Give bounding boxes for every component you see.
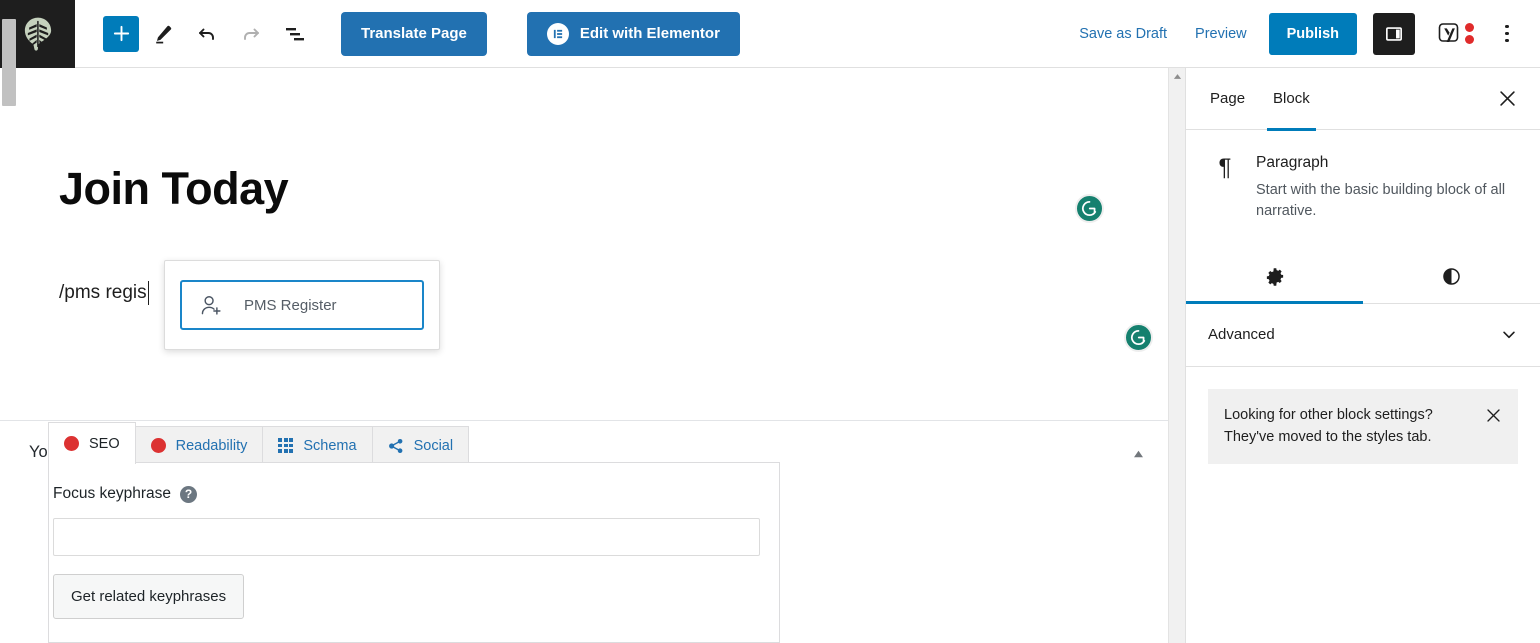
block-name: Paragraph [1256,154,1329,171]
editor-settings-sidebar: Page Block ¶ Paragraph Start with the ba… [1185,68,1540,643]
publish-button[interactable]: Publish [1268,12,1357,55]
redo-arrow-icon [244,28,259,40]
focus-keyphrase-label-row: Focus keyphrase ? [49,463,779,503]
close-x-icon [1486,409,1500,423]
notice-text: Looking for other block settings? They'v… [1224,406,1433,445]
yoast-tab-readability[interactable]: Readability [134,426,264,464]
edit-with-elementor-button[interactable]: Edit with Elementor [526,11,740,56]
undo-arrow-icon [199,28,214,40]
advanced-label: Advanced [1208,326,1275,344]
yoast-tab-list: SEO Readability Schema Social [48,422,470,464]
focus-keyphrase-label: Focus keyphrase [53,485,172,502]
grid-icon [278,438,294,453]
yoast-collapse-toggle[interactable] [1133,447,1144,461]
block-info-card: ¶ Paragraph Start with the basic buildin… [1186,130,1540,223]
document-overview-icon [286,27,304,40]
yoast-seo-tab-panel: Focus keyphrase ? Get related keyphrases [48,462,780,643]
block-mode-tab-list [1186,251,1540,304]
yoast-dot-readability [1465,35,1474,44]
tab-block-styles[interactable] [1363,251,1540,303]
tab-block-settings[interactable] [1186,251,1363,304]
three-dots-vertical-icon [1505,24,1509,29]
yoast-status-dots [1465,23,1474,44]
yoast-tab-readability-label: Readability [175,437,248,454]
yoast-tab-seo-label: SEO [89,435,120,452]
paragraph-block[interactable]: /pms regis [59,281,150,305]
redo-button[interactable] [231,14,271,54]
grammarly-badge-icon [1131,329,1146,345]
gear-icon [1266,268,1283,286]
pencil-icon [156,25,172,43]
sidebar-tab-list: Page Block [1186,68,1540,131]
yoast-tab-schema-label: Schema [303,437,357,454]
user-add-icon [201,295,221,315]
yoast-tab-seo[interactable]: SEO [48,422,136,464]
grammarly-badge-icon [1082,200,1097,216]
elementor-glyph-icon [553,29,563,38]
grammarly-badge-title[interactable] [1075,194,1104,223]
question-mark-icon[interactable]: ? [180,485,198,503]
translate-page-label: Translate Page [361,25,467,42]
add-block-button[interactable] [103,15,139,52]
tab-page[interactable]: Page [1196,68,1259,130]
collapse-triangle-icon [1134,450,1143,458]
monstera-leaf-logo-icon [24,17,51,51]
dismiss-notice-button[interactable] [1482,405,1504,427]
post-title[interactable]: Join Today [59,166,289,211]
scrollbar-up-button[interactable] [1169,68,1186,85]
edit-with-elementor-label: Edit with Elementor [579,25,720,42]
yoast-sidebar-button[interactable] [1429,15,1482,53]
contrast-styles-icon [1443,268,1460,286]
red-circle-icon [150,438,166,453]
block-description: Start with the basic building block of a… [1256,182,1506,220]
scrollbar-thumb[interactable] [1,19,16,106]
block-info-text: Paragraph Start with the basic building … [1256,154,1516,223]
advanced-section-toggle[interactable]: Advanced [1186,304,1540,367]
grammarly-badge-paragraph[interactable] [1124,323,1153,352]
slash-command-autocomplete-popover: PMS Register [164,260,440,350]
yoast-tab-schema[interactable]: Schema [262,426,373,464]
yoast-tab-social-label: Social [413,437,454,454]
undo-button[interactable] [187,14,227,54]
paragraph-text: /pms regis [59,282,147,303]
close-x-icon [1499,91,1515,106]
chevron-down-icon [1503,331,1515,339]
translate-page-button[interactable]: Translate Page [341,11,487,56]
elementor-icon [546,22,569,45]
preview-button[interactable]: Preview [1181,18,1261,50]
save-as-draft-button[interactable]: Save as Draft [1065,18,1181,50]
block-settings-moved-notice: Looking for other block settings? They'v… [1208,388,1518,465]
editor-scrollbar[interactable] [1168,68,1185,643]
settings-sidebar-toggle-button[interactable] [1373,12,1415,55]
paragraph-pilcrow-icon: ¶ [1218,154,1232,181]
sidebar-panel-icon [1386,26,1402,41]
toolbar-right-group: Save as Draft Preview Publish [1065,12,1540,55]
focus-keyphrase-input[interactable] [53,518,760,556]
tab-block[interactable]: Block [1259,68,1324,131]
text-caret [147,281,150,305]
close-sidebar-button[interactable] [1492,84,1522,114]
scroll-up-arrow-icon [1173,74,1182,79]
yoast-logo-icon [1438,22,1459,42]
document-overview-button[interactable] [275,14,315,54]
plus-icon [113,25,129,42]
toolbar-left-group: Translate Page Edit with Elementor [75,11,740,56]
editor-top-toolbar: Translate Page Edit with Elementor Save … [0,0,1540,68]
autocomplete-item-pms-register[interactable]: PMS Register [180,280,424,330]
yoast-dot-seo [1465,23,1474,32]
more-options-button[interactable] [1488,14,1526,54]
red-circle-icon [64,436,79,451]
yoast-tab-social[interactable]: Social [371,426,470,464]
get-related-keyphrases-button[interactable]: Get related keyphrases [53,574,245,619]
share-icon [388,438,402,453]
tools-pencil-button[interactable] [143,14,183,54]
autocomplete-item-label: PMS Register [244,296,337,314]
